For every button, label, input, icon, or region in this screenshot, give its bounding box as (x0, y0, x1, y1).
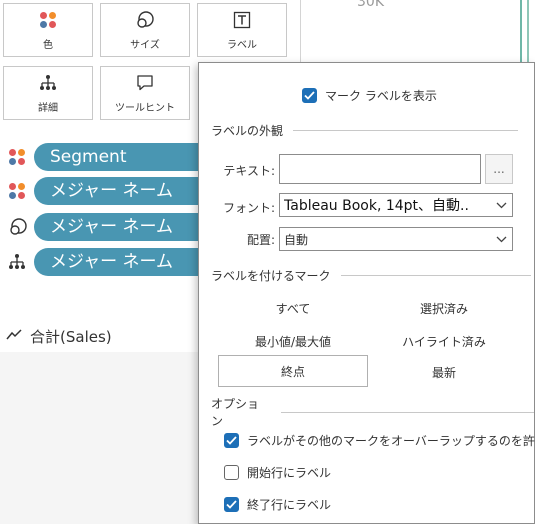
options-section-header: オプション (211, 397, 534, 428)
options-section-title: オプション (211, 397, 260, 428)
label-dialog: マーク ラベルを表示 ラベルの外観 テキスト: ... フォント: Tablea… (198, 62, 535, 524)
section-divider (340, 274, 531, 276)
label-start-of-line-checkbox[interactable] (224, 465, 239, 480)
alignment-field-label: 配置: (246, 233, 275, 247)
marks-option-line-ends[interactable]: 終点 (218, 355, 368, 387)
axis-tick-label: 30K (357, 0, 384, 10)
show-mark-labels-label: マーク ラベルを表示 (325, 89, 437, 103)
detail-button[interactable]: 詳細 (3, 66, 93, 120)
tooltip-button-label: ツールヒント (115, 103, 175, 114)
marks-to-label-section-header: ラベルを付けるマーク (211, 267, 531, 283)
label-start-of-line-label: 開始行にラベル (247, 466, 332, 480)
text-field-label: テキスト: (223, 164, 275, 178)
font-dropdown-value: Tableau Book, 14pt、自動.. (284, 198, 469, 214)
marks-option-min-max[interactable]: 最小値/最大値 (233, 333, 353, 350)
tooltip-button[interactable]: ツールヒント (100, 66, 190, 120)
marks-option-selected[interactable]: 選択済み (394, 300, 494, 317)
show-mark-labels-checkbox[interactable] (302, 88, 317, 103)
label-text-input[interactable] (279, 154, 481, 184)
size-circles-icon (135, 9, 155, 31)
label-end-of-line-checkbox[interactable] (224, 497, 239, 512)
measure-names-detail-pill-row[interactable]: メジャー ネーム (8, 248, 234, 276)
color-button[interactable]: 色 (3, 3, 93, 57)
detail-tree-icon (39, 72, 57, 94)
size-circles-icon (8, 213, 34, 241)
sales-marks-label: 合計(Sales) (30, 327, 112, 346)
marks-to-label-section-title: ラベルを付けるマーク (211, 268, 331, 283)
section-divider (293, 129, 519, 131)
appearance-section-header: ラベルの外観 (211, 122, 519, 138)
allow-overlap-checkbox[interactable] (224, 433, 239, 448)
color-dots-icon (39, 9, 57, 31)
label-end-of-line-label: 終了行にラベル (247, 498, 332, 512)
color-dots-icon (8, 143, 34, 171)
alignment-dropdown-value: 自動 (284, 232, 309, 247)
show-mark-labels-option[interactable]: マーク ラベルを表示 (302, 87, 437, 104)
detail-button-label: 詳細 (38, 103, 58, 114)
size-button-label: サイズ (130, 40, 160, 51)
font-field-label: フォント: (222, 201, 275, 215)
detail-tree-icon (8, 248, 34, 276)
label-end-of-line-option[interactable]: 終了行にラベル (224, 496, 331, 513)
color-dots-icon (8, 177, 34, 205)
color-button-label: 色 (43, 40, 53, 51)
label-button[interactable]: ラベル (197, 3, 287, 57)
sales-marks-row[interactable]: 合計(Sales) (6, 324, 112, 348)
alignment-dropdown[interactable]: 自動 (279, 227, 513, 251)
marks-option-most-recent[interactable]: 最新 (394, 364, 494, 381)
text-box-icon (233, 9, 251, 31)
chevron-down-icon (490, 194, 512, 216)
allow-overlap-option[interactable]: ラベルがその他のマークをオーバーラップするのを許可 (224, 432, 535, 449)
section-divider (280, 411, 534, 413)
size-button[interactable]: サイズ (100, 3, 190, 57)
label-button-label: ラベル (227, 40, 257, 51)
measure-names-size-pill-row[interactable]: メジャー ネーム (8, 213, 234, 241)
chevron-down-icon (490, 228, 512, 250)
marks-option-all[interactable]: すべて (243, 300, 343, 317)
segment-pill-row[interactable]: Segment (8, 143, 234, 171)
allow-overlap-label: ラベルがその他のマークをオーバーラップするのを許可 (247, 434, 535, 448)
measure-names-color-pill-row[interactable]: メジャー ネーム (8, 177, 234, 205)
marks-option-highlighted[interactable]: ハイライト済み (384, 333, 504, 350)
edit-label-text-button[interactable]: ... (485, 154, 513, 184)
tooltip-bubble-icon (136, 72, 154, 94)
label-start-of-line-option[interactable]: 開始行にラベル (224, 464, 331, 481)
line-mark-icon (6, 327, 22, 345)
appearance-section-title: ラベルの外観 (211, 123, 284, 138)
font-dropdown[interactable]: Tableau Book, 14pt、自動.. (279, 193, 513, 217)
